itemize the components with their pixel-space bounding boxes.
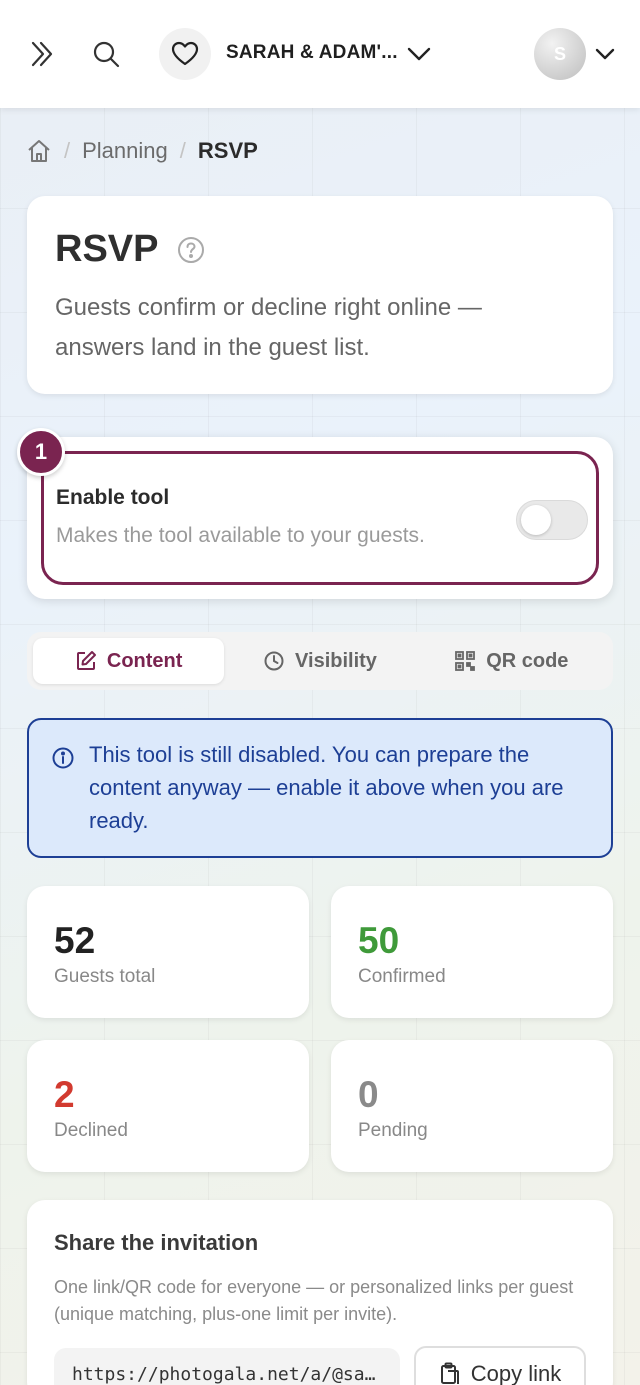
stat-declined: 2 Declined [27, 1040, 309, 1172]
stat-guests-total: 52 Guests total [27, 886, 309, 1018]
stat-label: Pending [358, 1120, 428, 1141]
stat-value: 52 [54, 920, 96, 961]
qr-code-icon [455, 651, 476, 671]
enable-tool-card: Enable tool Makes the tool available to … [27, 437, 613, 599]
invitation-link-field[interactable]: https://photogala.net/a/@sa… [54, 1348, 400, 1385]
tab-content-label: Content [106, 649, 183, 672]
stat-label: Confirmed [358, 966, 446, 987]
account-menu-button[interactable] [590, 38, 620, 70]
help-icon[interactable] [177, 236, 205, 264]
event-heart-button[interactable] [159, 28, 211, 80]
step-badge: 1 [17, 428, 65, 476]
tab-bar: Content Visibility QR code [27, 632, 613, 690]
toggle-knob [521, 505, 551, 535]
enable-tool-toggle[interactable] [516, 500, 588, 540]
heart-icon [171, 41, 199, 66]
enable-tool-title: Enable tool [56, 486, 170, 509]
breadcrumb-home[interactable] [26, 138, 52, 164]
breadcrumb-separator: / [179, 138, 186, 163]
stat-confirmed: 50 Confirmed [331, 886, 613, 1018]
disabled-info-alert: This tool is still disabled. You can pre… [27, 718, 613, 858]
clock-icon [264, 651, 284, 671]
avatar[interactable]: S [534, 28, 586, 80]
stat-value: 50 [358, 920, 400, 961]
stat-value: 0 [358, 1074, 379, 1115]
chevron-down-icon [595, 48, 615, 60]
chevron-down-icon [407, 47, 431, 61]
stat-pending: 0 Pending [331, 1040, 613, 1172]
breadcrumb-planning[interactable]: Planning [82, 138, 168, 164]
tab-qr-code[interactable]: QR code [416, 638, 607, 684]
event-name[interactable]: SARAH & ADAM'... [226, 42, 398, 64]
page-title: RSVP [55, 228, 159, 270]
breadcrumb-current: RSVP [197, 138, 258, 163]
tab-visibility-label: Visibility [295, 649, 377, 672]
stat-label: Declined [54, 1120, 128, 1141]
search-button[interactable] [86, 34, 126, 74]
copy-link-button[interactable]: Copy link [414, 1346, 586, 1385]
page-description: Guests confirm or decline right online —… [55, 294, 482, 361]
info-icon [52, 747, 74, 769]
top-bar: SARAH & ADAM'... S [0, 0, 640, 108]
tab-qr-code-label: QR code [486, 649, 569, 672]
search-icon [93, 41, 120, 68]
info-text: This tool is still disabled. You can pre… [89, 742, 564, 833]
edit-icon [76, 651, 96, 670]
event-switcher-button[interactable] [402, 38, 436, 70]
clipboard-icon [440, 1362, 459, 1384]
stat-value: 2 [54, 1074, 75, 1115]
breadcrumb: / Planning / RSVP [26, 136, 258, 166]
enable-tool-subtitle: Makes the tool available to your guests. [56, 524, 425, 547]
breadcrumb-separator: / [64, 138, 71, 163]
expand-sidebar-button[interactable] [22, 34, 62, 74]
title-card: RSVP Guests confirm or decline right onl… [27, 196, 613, 394]
tab-content[interactable]: Content [33, 638, 225, 684]
enable-tool-highlight: Enable tool Makes the tool available to … [41, 451, 599, 585]
copy-link-label: Copy link [470, 1361, 562, 1385]
tab-visibility[interactable]: Visibility [224, 638, 415, 684]
double-chevron-right-icon [31, 41, 53, 67]
stat-label: Guests total [54, 966, 156, 987]
share-invitation-card: Share the invitation One link/QR code fo… [27, 1200, 613, 1385]
share-title: Share the invitation [54, 1230, 259, 1255]
share-description: One link/QR code for everyone — or perso… [54, 1277, 574, 1324]
home-icon [28, 140, 50, 162]
